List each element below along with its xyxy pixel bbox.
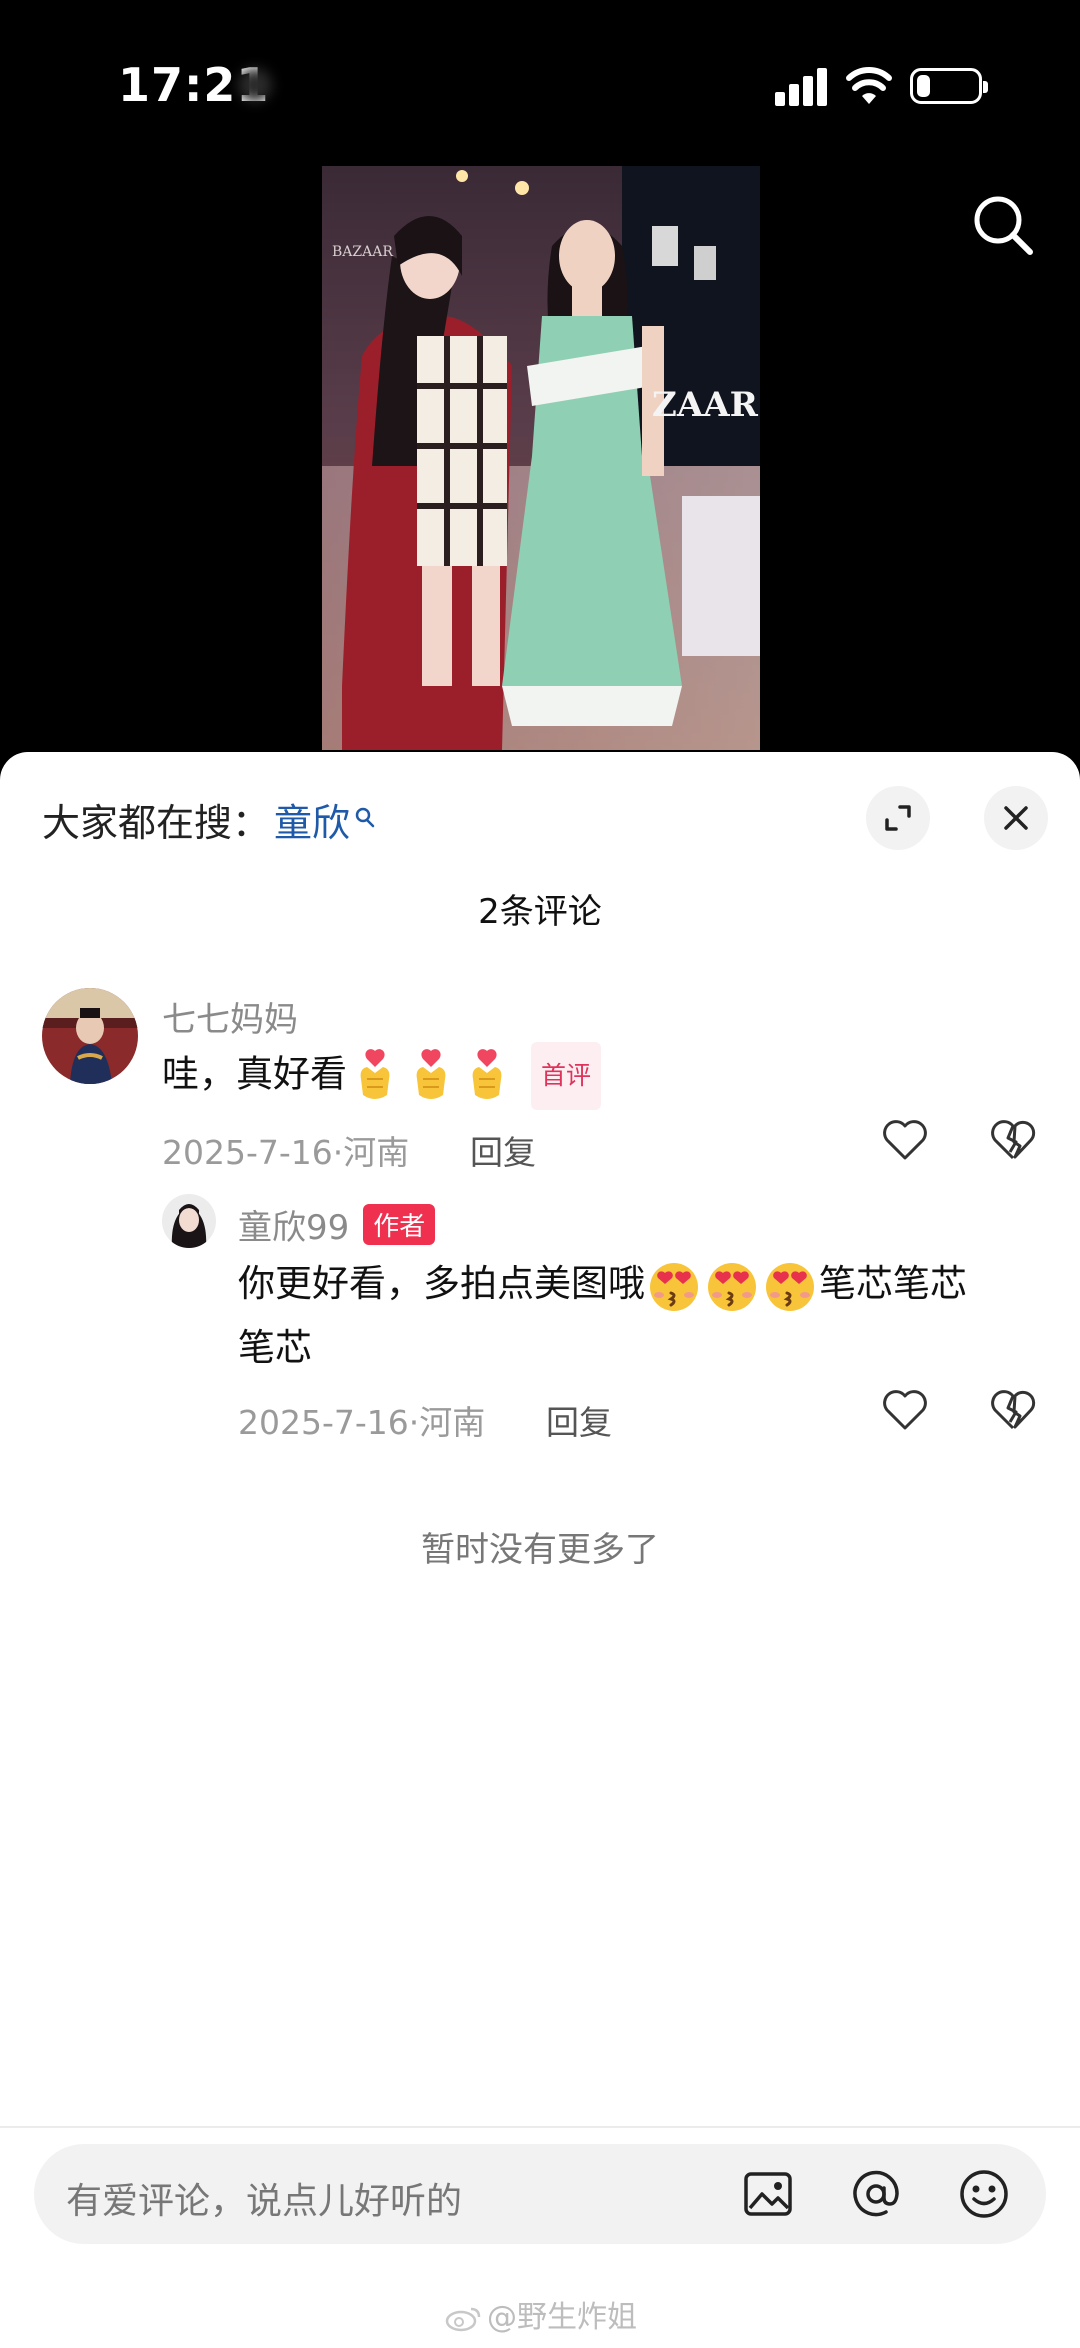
no-more-comments: 暂时没有更多了 bbox=[421, 1530, 659, 1570]
broken-heart-icon[interactable] bbox=[988, 1386, 1038, 1434]
divider bbox=[0, 2126, 1080, 2128]
status-privacy-dot bbox=[238, 68, 272, 102]
reply-username-text: 童欣99 bbox=[238, 1208, 350, 1248]
image-icon[interactable] bbox=[740, 2166, 796, 2222]
at-icon[interactable] bbox=[848, 2166, 904, 2222]
heart-eyes-kiss-emoji bbox=[766, 1262, 814, 1311]
post-photo[interactable]: ZAAR BAZAAR bbox=[322, 166, 760, 750]
reply-button[interactable]: 回复 bbox=[470, 1126, 536, 1174]
comment-meta: 2025-7-16·河南 bbox=[162, 1133, 410, 1172]
hot-search-prefix: 大家都在搜： bbox=[42, 801, 271, 845]
avatar[interactable] bbox=[162, 1194, 216, 1248]
comment-input-placeholder: 有爱评论，说点儿好听的 bbox=[66, 2181, 463, 2222]
smiley-icon[interactable] bbox=[956, 2166, 1012, 2222]
battery-level-fill bbox=[917, 75, 930, 97]
svg-text:BAZAAR: BAZAAR bbox=[332, 244, 393, 260]
avatar[interactable] bbox=[42, 988, 138, 1084]
comment-text: 哇，真好看 首评 bbox=[162, 1042, 602, 1110]
search-icon[interactable] bbox=[968, 190, 1038, 260]
comment-username[interactable]: 七七妈妈 bbox=[162, 992, 298, 1041]
wifi-icon bbox=[846, 67, 892, 104]
reply-text-suffix: 笔芯笔芯 bbox=[819, 1262, 967, 1305]
reply-text: 你更好看，多拍点美图哦 笔芯笔芯 笔芯 bbox=[238, 1252, 1038, 1380]
heart-icon[interactable] bbox=[880, 1386, 930, 1434]
heart-eyes-kiss-emoji-group bbox=[645, 1262, 819, 1311]
close-button[interactable] bbox=[984, 786, 1048, 850]
comment-location: 河南 bbox=[343, 1133, 410, 1172]
reply-text-body: 你更好看，多拍点美图哦 bbox=[238, 1262, 645, 1305]
reply-button[interactable]: 回复 bbox=[546, 1396, 612, 1444]
heart-eyes-kiss-emoji bbox=[708, 1262, 756, 1311]
reply-location: 河南 bbox=[419, 1403, 486, 1442]
comment-count: 2条评论 bbox=[478, 892, 602, 932]
weibo-logo-icon bbox=[445, 2307, 481, 2332]
svg-text:ZAAR: ZAAR bbox=[652, 385, 759, 425]
comment-date: 2025-7-16 bbox=[162, 1133, 333, 1172]
finger-heart-emoji bbox=[472, 1049, 502, 1099]
finger-heart-emoji bbox=[416, 1049, 446, 1099]
reply-username[interactable]: 童欣99 作者 bbox=[238, 1200, 436, 1249]
watermark: @野生炸姐 bbox=[0, 2292, 1080, 2336]
heart-eyes-kiss-emoji bbox=[650, 1262, 698, 1311]
status-bar: 17:21 bbox=[0, 0, 1080, 160]
reply-text-line2: 笔芯 bbox=[238, 1326, 312, 1369]
small-search-icon bbox=[355, 807, 375, 827]
comment-sheet: 大家都在搜： 童欣 2条评论 七七妈妈 哇，真好看 首评 2025-7-16·河… bbox=[0, 752, 1080, 2348]
comment-input[interactable]: 有爱评论，说点儿好听的 bbox=[34, 2144, 1046, 2244]
broken-heart-icon[interactable] bbox=[988, 1116, 1038, 1164]
author-badge: 作者 bbox=[363, 1204, 436, 1245]
finger-heart-emoji bbox=[360, 1049, 390, 1099]
reply-meta: 2025-7-16·河南 bbox=[238, 1403, 486, 1442]
expand-icon bbox=[885, 805, 911, 831]
first-comment-badge: 首评 bbox=[531, 1042, 602, 1110]
finger-heart-emoji-group bbox=[347, 1049, 515, 1099]
heart-icon[interactable] bbox=[880, 1116, 930, 1164]
comment-text-body: 哇，真好看 bbox=[162, 1052, 347, 1096]
watermark-text: @野生炸姐 bbox=[487, 2300, 637, 2335]
expand-button[interactable] bbox=[866, 786, 930, 850]
cellular-signal-icon bbox=[775, 68, 827, 106]
hot-search-keyword[interactable]: 童欣 bbox=[274, 792, 350, 847]
reply-date: 2025-7-16 bbox=[238, 1403, 409, 1442]
close-icon bbox=[1004, 806, 1028, 830]
battery-icon bbox=[910, 68, 988, 104]
hot-search-bar[interactable]: 大家都在搜： 童欣 bbox=[42, 792, 376, 847]
